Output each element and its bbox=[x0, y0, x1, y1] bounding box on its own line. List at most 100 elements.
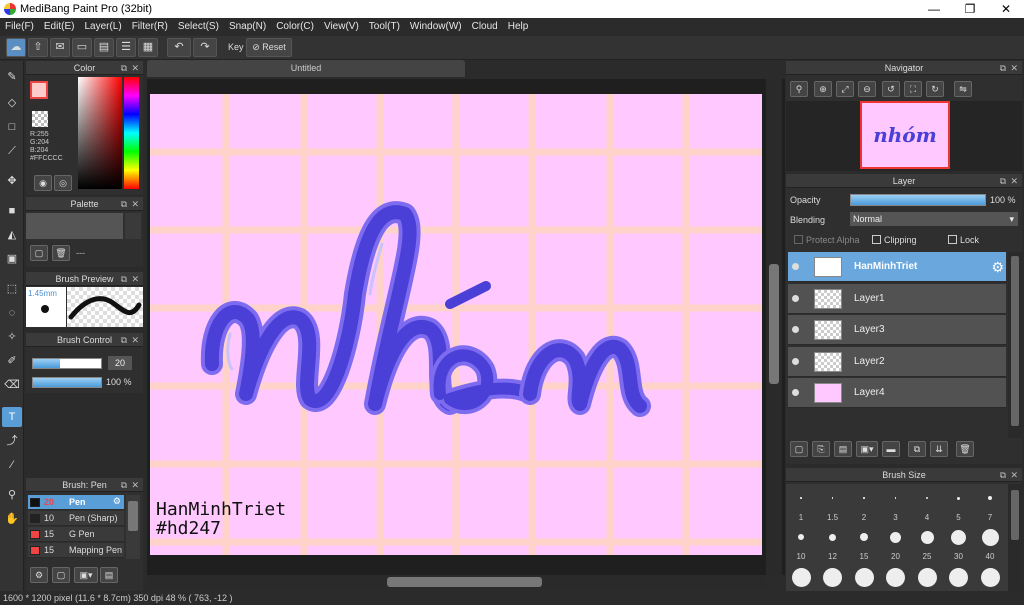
layer-scrollbar[interactable] bbox=[1008, 252, 1022, 438]
navigator-thumbnail[interactable]: nhóm bbox=[860, 101, 950, 169]
close-icon[interactable]: ✕ bbox=[1010, 174, 1018, 188]
brush-size-dot[interactable] bbox=[925, 496, 929, 500]
brush-item-pen[interactable]: 20 Pen ⚙ bbox=[28, 495, 124, 510]
delete-layer-icon[interactable]: 🗑 bbox=[956, 441, 974, 457]
zoom-in-icon[interactable]: ⊕ bbox=[814, 81, 832, 97]
hand-icon[interactable]: ✋ bbox=[2, 509, 22, 529]
rect-tool-icon[interactable]: □ bbox=[2, 117, 22, 137]
new-8bit-layer-icon[interactable]: ▤ bbox=[834, 441, 852, 457]
brush-list-scrollbar[interactable] bbox=[126, 495, 140, 559]
layer-row-layer4[interactable]: Layer4 bbox=[788, 378, 1006, 408]
menu-color[interactable]: Color(C) bbox=[271, 18, 319, 36]
visibility-eye-icon[interactable] bbox=[792, 389, 799, 396]
menu-view[interactable]: View(V) bbox=[319, 18, 364, 36]
foreground-color-swatch[interactable] bbox=[30, 81, 48, 99]
brush-size-dot[interactable] bbox=[829, 533, 836, 541]
zoom-out-icon[interactable]: ⊖ bbox=[858, 81, 876, 97]
popout-icon[interactable]: ⧉ bbox=[121, 333, 127, 347]
saturation-value-picker[interactable] bbox=[78, 77, 122, 189]
comment-icon[interactable]: ✉ bbox=[50, 38, 70, 57]
redo-button[interactable]: ↷ bbox=[193, 38, 217, 57]
popout-icon[interactable]: ⧉ bbox=[1000, 468, 1006, 482]
brush-size-dot[interactable] bbox=[798, 534, 804, 540]
palette-swatch-area[interactable] bbox=[26, 213, 123, 239]
select-eraser-icon[interactable]: ⌫ bbox=[2, 375, 22, 395]
menu-layer[interactable]: Layer(L) bbox=[79, 18, 126, 36]
close-button[interactable]: ✕ bbox=[988, 0, 1024, 18]
move-tool-icon[interactable]: ✥ bbox=[2, 171, 22, 191]
cloud-icon[interactable]: ☁ bbox=[6, 38, 26, 57]
eyedropper-icon[interactable]: ⚲ bbox=[2, 485, 22, 505]
brush-size-scrollbar[interactable] bbox=[1008, 484, 1022, 591]
visibility-eye-icon[interactable] bbox=[792, 263, 799, 270]
chat-icon[interactable]: ▭ bbox=[72, 38, 92, 57]
document-icon[interactable]: ▤ bbox=[94, 38, 114, 57]
popout-icon[interactable]: ⧉ bbox=[1000, 174, 1006, 188]
close-icon[interactable]: ✕ bbox=[131, 333, 139, 347]
brush-size-dot[interactable] bbox=[894, 497, 897, 499]
visibility-eye-icon[interactable] bbox=[792, 326, 799, 333]
line-tool-icon[interactable]: ⟋ bbox=[2, 141, 22, 161]
brush-size-dot[interactable] bbox=[981, 528, 999, 546]
brush-size-dot[interactable] bbox=[957, 496, 960, 500]
lock-checkbox[interactable] bbox=[948, 235, 957, 244]
eraser-tool-icon[interactable]: ◇ bbox=[2, 93, 22, 113]
list-icon[interactable]: ☰ bbox=[116, 38, 136, 57]
brush-size-dot[interactable] bbox=[951, 529, 966, 545]
brush-size-dot[interactable] bbox=[987, 495, 993, 501]
brush-size-dot[interactable] bbox=[800, 497, 802, 499]
duplicate-layer-icon[interactable]: ⧉ bbox=[908, 441, 926, 457]
brush-size-dot[interactable] bbox=[860, 533, 868, 541]
new-palette-icon[interactable]: ▢ bbox=[30, 245, 48, 261]
close-icon[interactable]: ✕ bbox=[131, 197, 139, 211]
popout-icon[interactable]: ⧉ bbox=[121, 272, 127, 286]
palette-scrollbar[interactable] bbox=[125, 213, 141, 239]
new-layer-icon[interactable]: ▢ bbox=[790, 441, 808, 457]
rotate-right-icon[interactable]: ↻ bbox=[926, 81, 944, 97]
bucket-icon[interactable]: ◭ bbox=[2, 225, 22, 245]
maximize-button[interactable]: ❐ bbox=[952, 0, 988, 18]
gradient-icon[interactable]: ▣ bbox=[2, 249, 22, 269]
document-tab[interactable]: Untitled bbox=[147, 60, 465, 77]
undo-button[interactable]: ↶ bbox=[167, 38, 191, 57]
grid-icon[interactable]: ▦ bbox=[138, 38, 158, 57]
brush-item-mapping-pen[interactable]: 15 Mapping Pen bbox=[28, 543, 124, 558]
brush-size-dot[interactable] bbox=[886, 568, 905, 587]
operation-icon[interactable]: ⤴ bbox=[2, 431, 22, 451]
gear-icon[interactable]: ⚙ bbox=[991, 259, 1004, 276]
clipping-checkbox[interactable] bbox=[872, 235, 881, 244]
close-icon[interactable]: ✕ bbox=[131, 61, 139, 75]
brush-tool-icon[interactable]: ✎ bbox=[2, 67, 22, 87]
close-icon[interactable]: ✕ bbox=[1010, 468, 1018, 482]
layer-menu-icon[interactable]: ▣▾ bbox=[856, 441, 878, 457]
select-rect-icon[interactable]: ⬚ bbox=[2, 279, 22, 299]
rotate-left-icon[interactable]: ↺ bbox=[882, 81, 900, 97]
layer-row-layer2[interactable]: Layer2 bbox=[788, 347, 1006, 377]
menu-select[interactable]: Select(S) bbox=[173, 18, 224, 36]
flip-icon[interactable]: ⇋ bbox=[954, 81, 972, 97]
brush-settings-icon[interactable]: ▤ bbox=[100, 567, 118, 583]
new-halftone-layer-icon[interactable]: ⎘ bbox=[812, 441, 830, 457]
color-add-icon[interactable]: ◎ bbox=[54, 175, 72, 191]
search-icon[interactable]: ⚲ bbox=[790, 81, 808, 97]
horizontal-scrollbar[interactable] bbox=[147, 575, 766, 589]
visibility-eye-icon[interactable] bbox=[792, 358, 799, 365]
brush-menu-icon[interactable]: ▣▾ bbox=[74, 567, 98, 583]
canvas-paper[interactable]: HanMinhTriet #hd247 bbox=[150, 94, 762, 555]
opacity-slider[interactable] bbox=[850, 194, 986, 206]
close-icon[interactable]: ✕ bbox=[131, 478, 139, 492]
brush-opacity-slider[interactable] bbox=[32, 377, 102, 388]
menu-window[interactable]: Window(W) bbox=[405, 18, 467, 36]
menu-file[interactable]: File(F) bbox=[0, 18, 39, 36]
text-tool-icon[interactable]: T bbox=[2, 407, 22, 427]
magic-wand-icon[interactable]: ✧ bbox=[2, 327, 22, 347]
lasso-icon[interactable]: ◌ bbox=[2, 303, 22, 323]
delete-palette-icon[interactable]: 🗑 bbox=[52, 245, 70, 261]
brush-size-dot[interactable] bbox=[980, 568, 1000, 587]
brush-size-dot[interactable] bbox=[920, 530, 934, 544]
merge-layer-icon[interactable]: ⇊ bbox=[930, 441, 948, 457]
menu-snap[interactable]: Snap(N) bbox=[224, 18, 271, 36]
upload-icon[interactable]: ⇧ bbox=[28, 38, 48, 57]
visibility-eye-icon[interactable] bbox=[792, 295, 799, 302]
brush-size-dot[interactable] bbox=[863, 497, 865, 499]
